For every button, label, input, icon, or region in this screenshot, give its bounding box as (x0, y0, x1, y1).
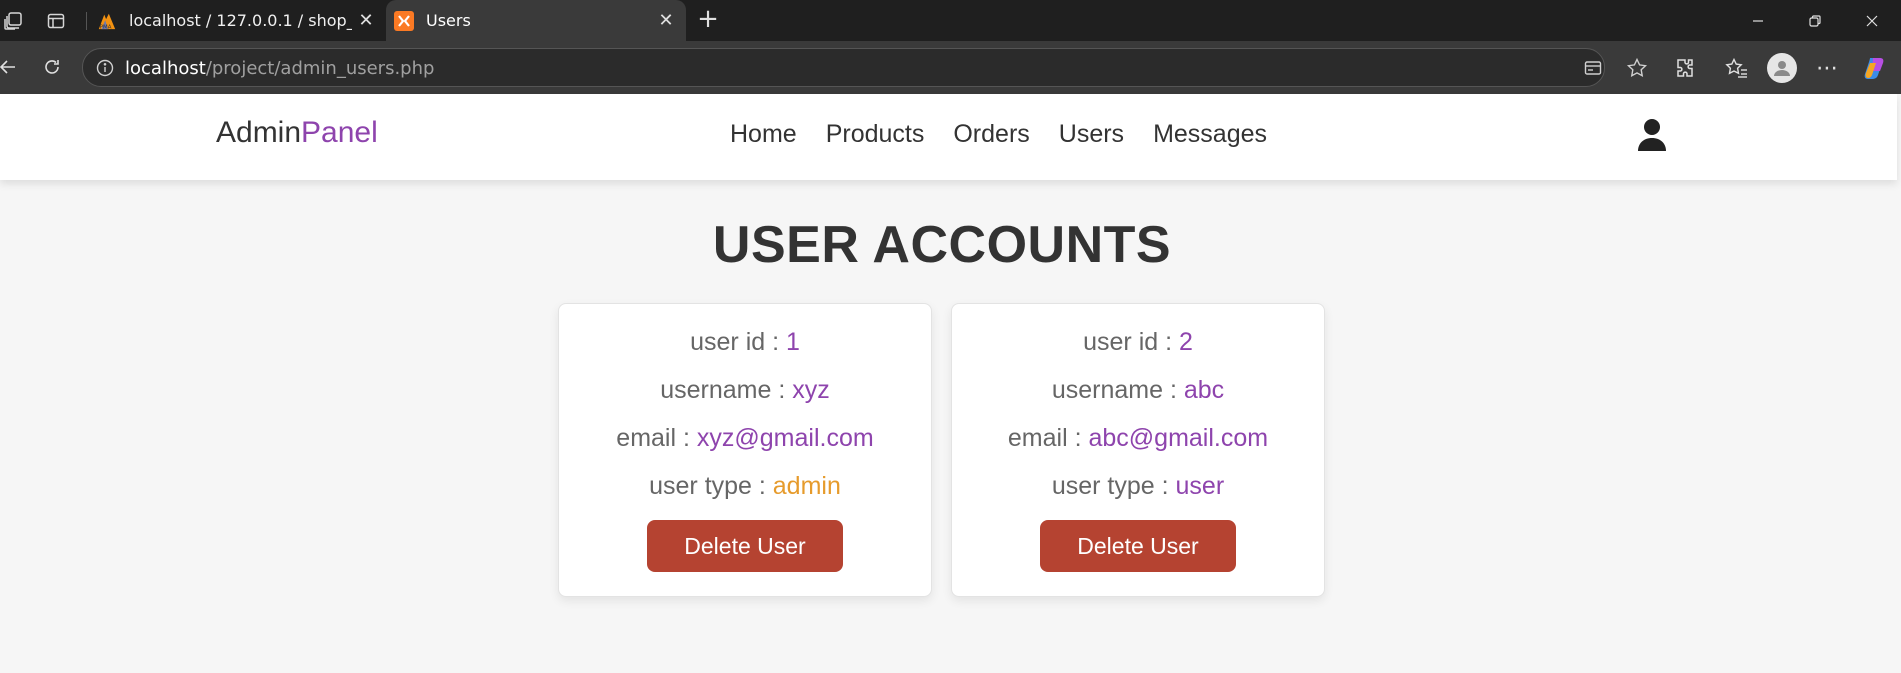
minimize-icon[interactable] (1729, 0, 1787, 41)
user-type-label: user type : (1051, 472, 1176, 500)
user-account-icon[interactable] (1636, 118, 1668, 152)
admin-panel-logo[interactable]: AdminPanel (216, 116, 378, 150)
email-row: email : xyz@gmail.com (559, 424, 931, 453)
user-type-label: user type : (649, 472, 773, 500)
user-card: user id : 1 username : xyz email : xyz@g… (558, 303, 932, 597)
tab-title: localhost / 127.0.0.1 / shop_db / c (129, 11, 352, 30)
username-value: abc (1183, 376, 1225, 404)
site-info-icon[interactable] (95, 58, 115, 78)
logo-accent-text: Panel (301, 116, 378, 149)
user-type-row: user type : user (952, 472, 1324, 501)
delete-user-button[interactable]: Delete User (1040, 520, 1236, 572)
close-tab-icon[interactable]: ✕ (352, 7, 380, 35)
reading-view-icon[interactable] (1581, 56, 1605, 80)
user-id-label: user id : (1083, 328, 1179, 356)
nav-orders[interactable]: Orders (953, 120, 1029, 149)
username-label: username : (1051, 376, 1184, 404)
user-id-value: 2 (1178, 328, 1193, 356)
close-tab-icon[interactable]: ✕ (652, 7, 680, 35)
main-nav: Home Products Orders Users Messages (730, 120, 1296, 149)
user-id-value: 1 (785, 328, 800, 356)
new-tab-icon[interactable]: + (694, 6, 722, 34)
url-path: /project/admin_users.php (205, 58, 435, 79)
profile-avatar-icon[interactable] (1767, 53, 1797, 83)
site-header: AdminPanel Home Products Orders Users Me… (0, 94, 1897, 180)
extensions-icon[interactable] (1670, 53, 1700, 83)
svg-text:PMA: PMA (100, 24, 112, 30)
restore-icon[interactable] (1786, 0, 1844, 41)
more-menu-icon[interactable]: ⋯ (1812, 53, 1842, 83)
vertical-tabs-icon[interactable] (44, 9, 68, 33)
xampp-favicon-icon (394, 10, 414, 31)
favorite-star-icon[interactable] (1625, 56, 1649, 80)
url-host: localhost (125, 58, 206, 79)
refresh-icon[interactable] (38, 53, 66, 81)
url-text[interactable]: localhost/project/admin_users.php (125, 58, 434, 79)
nav-home[interactable]: Home (730, 120, 797, 149)
user-id-row: user id : 2 (952, 328, 1324, 357)
tab-phpmyadmin[interactable]: PMA localhost / 127.0.0.1 / shop_db / c … (86, 0, 386, 41)
email-row: email : abc@gmail.com (952, 424, 1324, 453)
nav-users[interactable]: Users (1059, 120, 1124, 149)
workspaces-icon[interactable] (1, 9, 25, 33)
back-icon[interactable] (0, 53, 22, 81)
tab-title: Users (426, 11, 471, 30)
username-label: username : (660, 376, 793, 404)
email-value: xyz@gmail.com (696, 424, 874, 452)
phpmyadmin-favicon-icon: PMA (97, 11, 117, 31)
address-bar[interactable]: localhost/project/admin_users.php (82, 48, 1648, 87)
user-id-row: user id : 1 (559, 328, 931, 357)
user-card: user id : 2 username : abc email : abc@g… (951, 303, 1325, 597)
close-window-icon[interactable] (1843, 0, 1901, 41)
username-value: xyz (792, 376, 830, 404)
favorites-icon[interactable] (1722, 53, 1752, 83)
email-value: abc@gmail.com (1088, 424, 1269, 452)
user-type-row: user type : admin (559, 472, 931, 501)
email-label: email : (1007, 424, 1089, 452)
browser-tab-bar: PMA localhost / 127.0.0.1 / shop_db / c … (0, 0, 1901, 41)
user-type-value: admin (772, 472, 841, 500)
username-row: username : xyz (559, 376, 931, 405)
tab-users[interactable]: Users ✕ (386, 0, 686, 41)
logo-main-text: Admin (216, 116, 302, 149)
email-label: email : (616, 424, 697, 452)
copilot-icon[interactable] (1860, 53, 1890, 83)
page-title: USER ACCOUNTS (712, 216, 1172, 274)
nav-products[interactable]: Products (826, 120, 925, 149)
nav-messages[interactable]: Messages (1153, 120, 1267, 149)
username-row: username : abc (952, 376, 1324, 405)
delete-user-button[interactable]: Delete User (647, 520, 843, 572)
user-id-label: user id : (690, 328, 786, 356)
user-type-value: user (1175, 472, 1225, 500)
